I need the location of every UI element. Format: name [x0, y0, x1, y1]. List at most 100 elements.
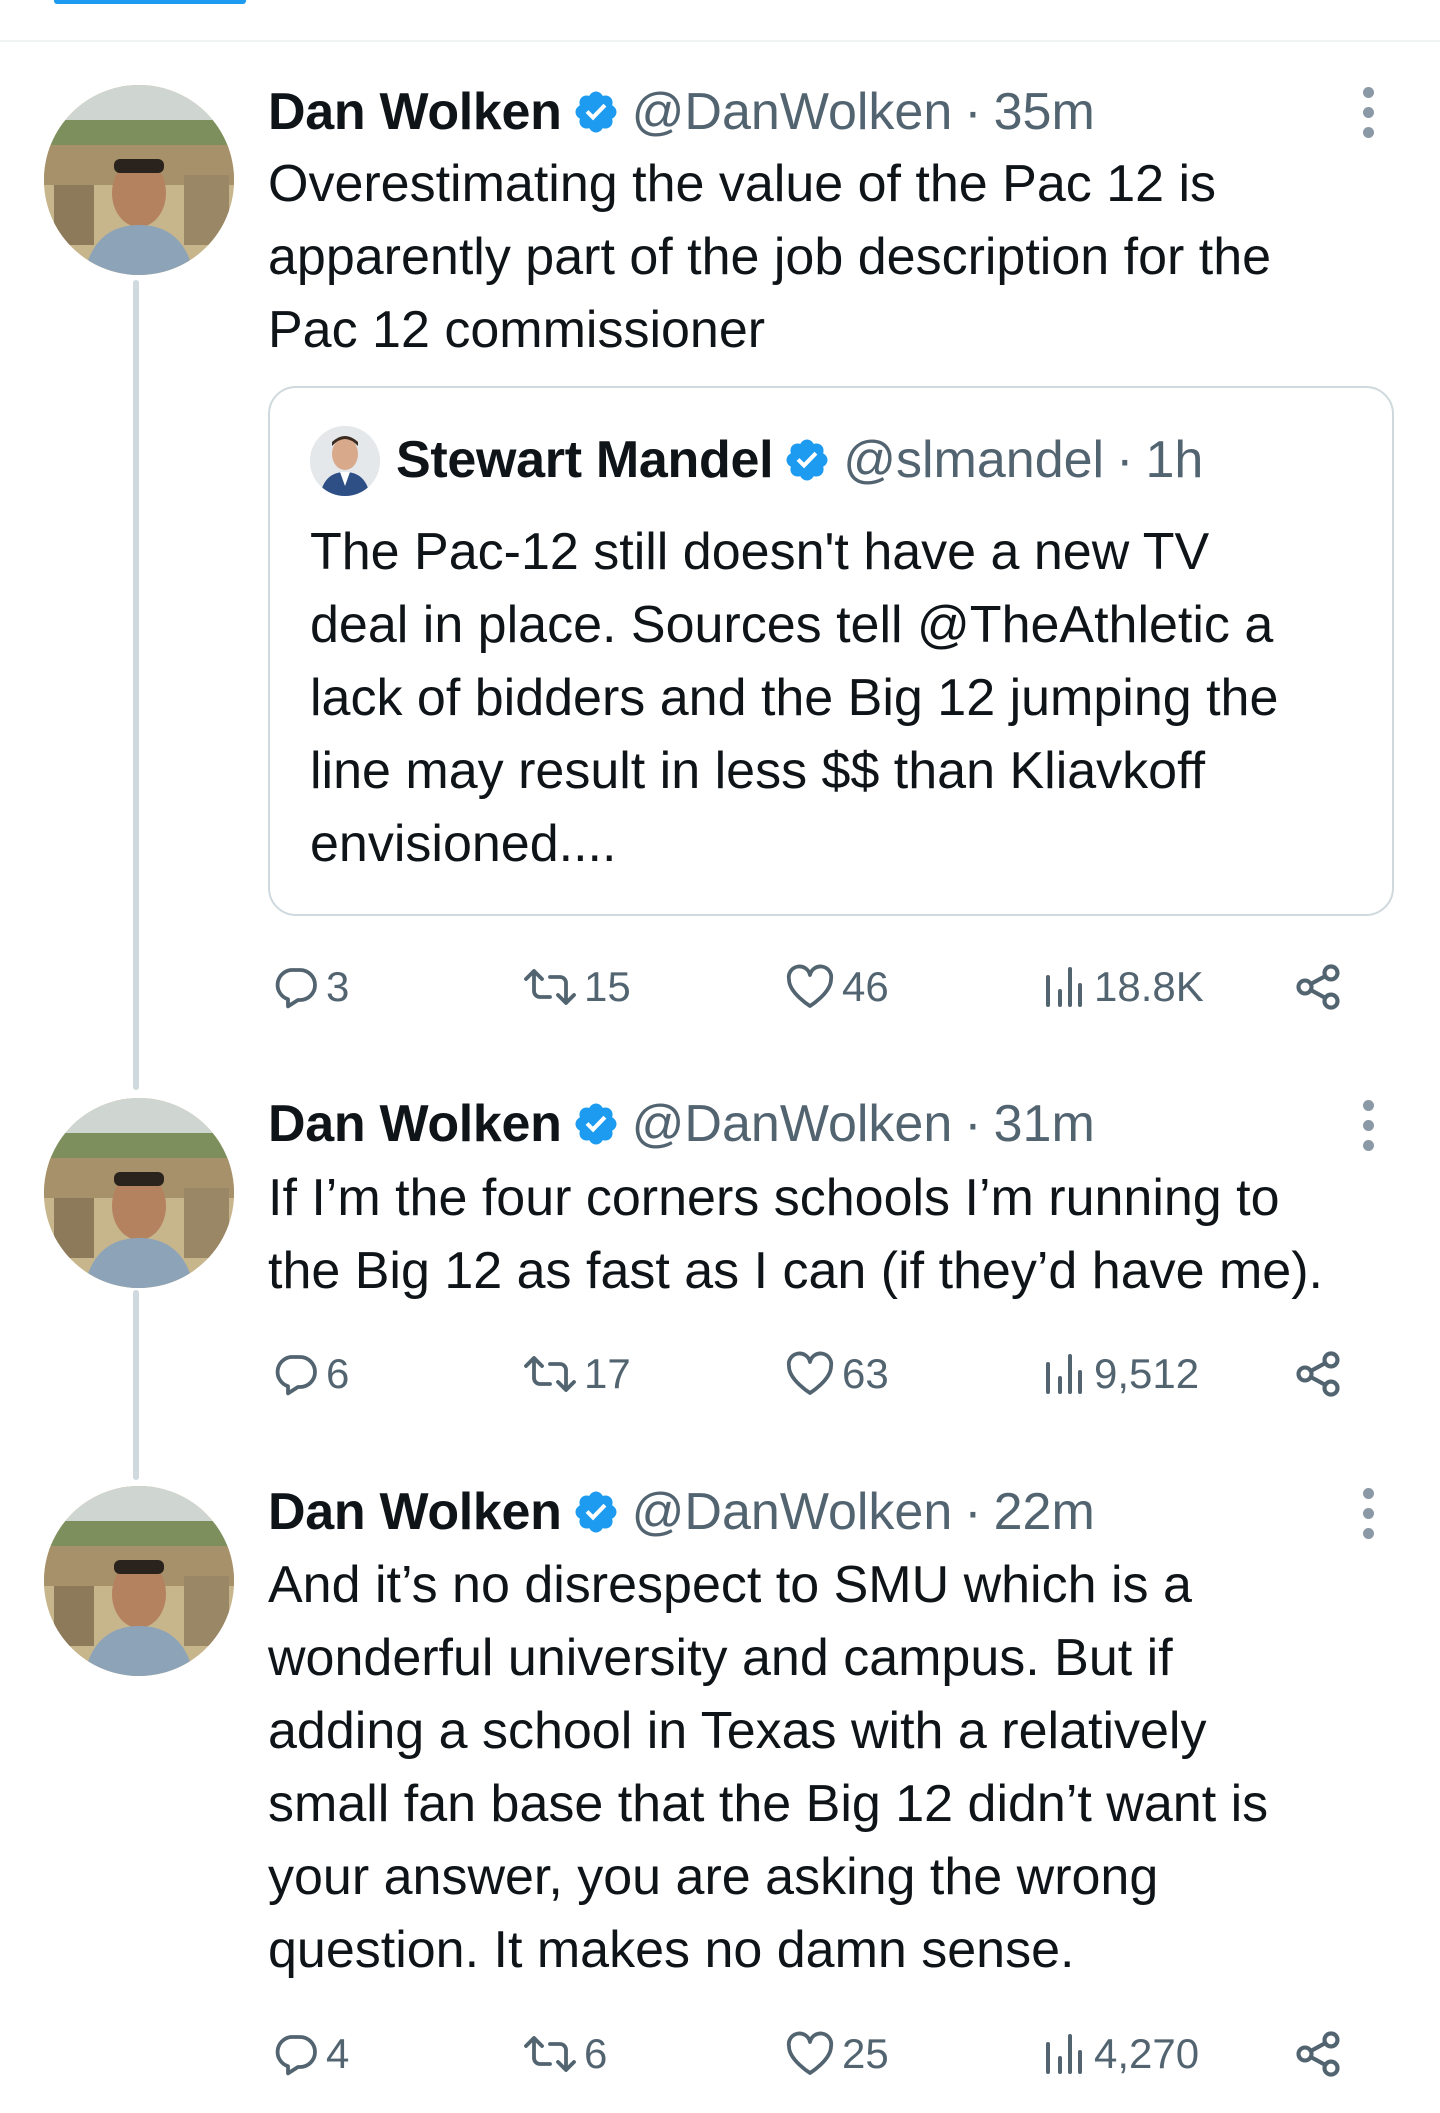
- separator-dot: ·: [964, 1095, 982, 1153]
- avatar[interactable]: [44, 85, 234, 275]
- thread-line: [133, 1290, 139, 1480]
- quoted-text-line: envisioned....: [310, 815, 617, 873]
- heart-icon: [786, 2031, 834, 2075]
- tweet-text: Overestimating the value of the Pac 12 i…: [268, 148, 1398, 367]
- view-count: 18.8K: [1094, 963, 1204, 1010]
- action-bar: 3 15 46 18.8K: [268, 955, 1388, 1019]
- tweet-text-line: If I’m the four corners schools I’m runn…: [268, 1169, 1280, 1227]
- reply-icon: [275, 2035, 317, 2076]
- quoted-avatar[interactable]: [310, 426, 380, 496]
- share-button[interactable]: [1292, 955, 1344, 1019]
- reply-icon: [275, 1355, 317, 1396]
- views-icon: [1046, 967, 1082, 1007]
- tweet-text-line: Pac 12 commissioner: [268, 301, 766, 359]
- like-button[interactable]: 25: [784, 2022, 889, 2086]
- verified-badge-icon: [575, 91, 617, 133]
- retweet-button[interactable]: 17: [522, 1342, 631, 1406]
- verified-badge-icon: [575, 1103, 617, 1145]
- reply-count: 3: [326, 963, 350, 1010]
- like-button[interactable]: 63: [784, 1342, 889, 1406]
- reply-button[interactable]: 4: [272, 2022, 349, 2086]
- retweet-count: 15: [584, 963, 631, 1010]
- quoted-author-name[interactable]: Stewart Mandel: [396, 430, 774, 490]
- like-count: 25: [842, 2030, 889, 2077]
- share-icon: [1296, 964, 1340, 1010]
- share-button[interactable]: [1292, 1342, 1344, 1406]
- share-button[interactable]: [1292, 2022, 1344, 2086]
- tweet-text-line: wonderful university and campus. But if: [268, 1629, 1173, 1687]
- tweet-text-line: Overestimating the value of the Pac 12 i…: [268, 155, 1217, 213]
- action-bar: 4 6 25 4,270: [268, 2022, 1388, 2086]
- action-bar: 6 17 63 9,512: [268, 1342, 1388, 1406]
- timestamp[interactable]: 35m: [994, 82, 1095, 142]
- view-count: 4,270: [1094, 2030, 1200, 2077]
- reply-button[interactable]: 6: [272, 1342, 349, 1406]
- like-button[interactable]: 46: [784, 955, 889, 1019]
- reply-icon: [275, 968, 317, 1009]
- author-handle[interactable]: @DanWolken: [632, 1482, 953, 1542]
- author-name[interactable]: Dan Wolken: [268, 1482, 562, 1542]
- retweet-count: 6: [584, 2030, 608, 2077]
- avatar[interactable]: [44, 1098, 234, 1288]
- avatar[interactable]: [44, 1486, 234, 1676]
- top-divider: [0, 40, 1440, 42]
- heart-icon: [786, 1351, 834, 1395]
- retweet-icon: [524, 2036, 576, 2072]
- reply-count: 6: [326, 1350, 350, 1397]
- share-icon: [1296, 2031, 1340, 2077]
- quoted-avatar-photo: [310, 426, 380, 496]
- active-tab-indicator: [54, 0, 246, 4]
- separator-dot: ·: [964, 1483, 982, 1541]
- view-count: 9,512: [1094, 1350, 1200, 1397]
- like-count: 46: [842, 963, 889, 1010]
- heart-icon: [786, 964, 834, 1008]
- reply-count: 4: [326, 2030, 350, 2077]
- author-name[interactable]: Dan Wolken: [268, 1094, 562, 1154]
- author-handle[interactable]: @DanWolken: [632, 82, 953, 142]
- timestamp[interactable]: 22m: [994, 1482, 1095, 1542]
- views-button[interactable]: 18.8K: [1040, 955, 1204, 1019]
- tweet-text-line: apparently part of the job description f…: [268, 228, 1272, 286]
- thread-line: [133, 280, 139, 1090]
- more-options-icon[interactable]: [1354, 1488, 1382, 1539]
- author-name[interactable]: Dan Wolken: [268, 82, 562, 142]
- more-options-icon[interactable]: [1354, 87, 1382, 138]
- views-button[interactable]: 9,512: [1040, 1342, 1199, 1406]
- tweet-text-line: your answer, you are asking the wrong: [268, 1848, 1159, 1906]
- retweet-count: 17: [584, 1350, 631, 1397]
- quoted-author-handle[interactable]: @slmandel: [843, 430, 1104, 490]
- retweet-button[interactable]: 6: [522, 2022, 607, 2086]
- quoted-timestamp[interactable]: 1h: [1145, 430, 1203, 490]
- timestamp[interactable]: 31m: [994, 1094, 1095, 1154]
- tweet-text: If I’m the four corners schools I’m runn…: [268, 1162, 1398, 1308]
- quoted-text-line: The Pac-12 still doesn't have a new TV: [310, 523, 1210, 581]
- tweet-text-line: And it’s no disrespect to SMU which is a: [268, 1556, 1192, 1614]
- tweet-text: And it’s no disrespect to SMU which is a…: [268, 1549, 1398, 1987]
- quoted-tweet[interactable]: Stewart Mandel @slmandel · 1h The Pac-12…: [268, 386, 1394, 916]
- author-handle[interactable]: @DanWolken: [632, 1094, 953, 1154]
- like-count: 63: [842, 1350, 889, 1397]
- quoted-text-line: line may result in less $$ than Kliavkof…: [310, 742, 1206, 800]
- reply-button[interactable]: 3: [272, 955, 349, 1019]
- separator-dot: ·: [964, 83, 982, 141]
- quoted-tweet-text: The Pac-12 still doesn't have a new TV d…: [310, 516, 1360, 881]
- views-button[interactable]: 4,270: [1040, 2022, 1199, 2086]
- quoted-text-line: lack of bidders and the Big 12 jumping t…: [310, 669, 1279, 727]
- avatar-photo: [44, 1098, 234, 1288]
- tweet-text-line: adding a school in Texas with a relative…: [268, 1702, 1207, 1760]
- separator-dot: ·: [1116, 431, 1134, 489]
- avatar-photo: [44, 1486, 234, 1676]
- verified-badge-icon: [786, 439, 828, 481]
- tweet-text-line: small fan base that the Big 12 didn’t wa…: [268, 1775, 1269, 1833]
- retweet-button[interactable]: 15: [522, 955, 631, 1019]
- quoted-text-line: deal in place. Sources tell @TheAthletic…: [310, 596, 1274, 654]
- retweet-icon: [524, 969, 576, 1005]
- avatar-photo: [44, 85, 234, 275]
- views-icon: [1046, 1354, 1082, 1394]
- views-icon: [1046, 2034, 1082, 2074]
- more-options-icon[interactable]: [1354, 1100, 1382, 1151]
- share-icon: [1296, 1351, 1340, 1397]
- verified-badge-icon: [575, 1491, 617, 1533]
- retweet-icon: [524, 1356, 576, 1392]
- tweet-text-line: question. It makes no damn sense.: [268, 1921, 1075, 1979]
